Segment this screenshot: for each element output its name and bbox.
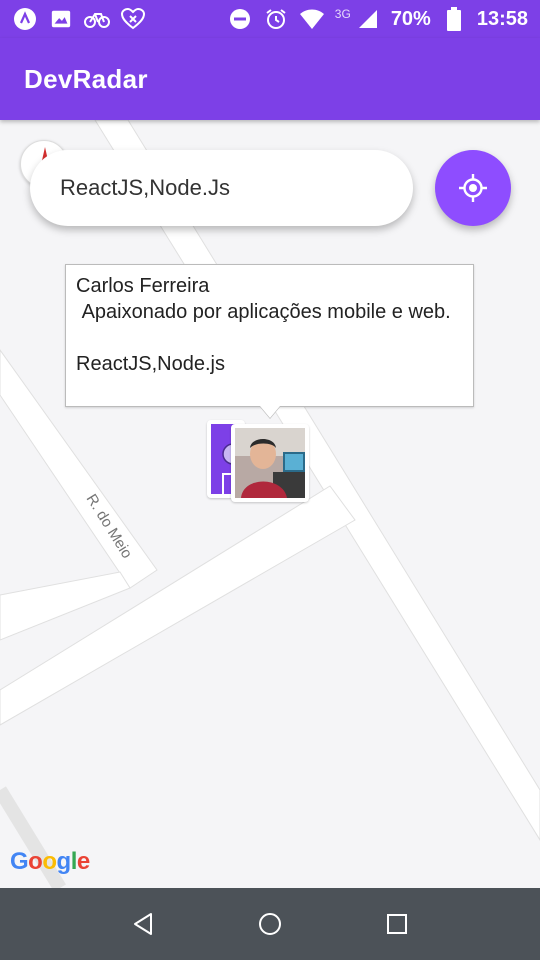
signal-icon: [355, 6, 381, 32]
dev-bio: Apaixonado por aplicações mobile e web.: [76, 301, 451, 323]
dev-name: Carlos Ferreira: [76, 275, 210, 297]
home-circle-icon: [258, 913, 281, 935]
app-icon: [12, 6, 38, 32]
recents-button[interactable]: [377, 904, 417, 944]
heart-icon: [120, 6, 146, 32]
google-logo: Google: [10, 848, 90, 875]
map-view[interactable]: R. do Meio: [0, 120, 540, 888]
battery-icon: [441, 6, 467, 32]
system-nav-bar: [0, 888, 540, 960]
recents-square-icon: [386, 914, 407, 934]
dev-callout[interactable]: Carlos Ferreira Apaixonado por aplicaçõe…: [65, 264, 474, 407]
battery-percent: 70%: [390, 7, 431, 30]
network-label: 3G: [334, 7, 351, 21]
app-bar: DevRadar: [0, 38, 540, 120]
alarm-icon: [263, 6, 289, 32]
dev-techs: ReactJS,Node.js: [76, 353, 225, 375]
app-title: DevRadar: [24, 63, 148, 94]
avatar: [235, 428, 305, 498]
techs-search-input[interactable]: [60, 175, 390, 201]
gps-target-icon: [459, 174, 487, 202]
search-bar: [30, 150, 413, 226]
bike-icon: [84, 6, 110, 32]
wifi-icon: [299, 6, 325, 32]
my-location-button[interactable]: [435, 150, 511, 226]
image-icon: [48, 6, 74, 32]
dnd-icon: [227, 6, 253, 32]
dev-marker[interactable]: [231, 424, 309, 502]
clock: 13:58: [476, 7, 528, 30]
back-triangle-icon: [134, 913, 153, 935]
home-button[interactable]: [250, 904, 290, 944]
status-bar: 3G 70% 13:58: [0, 0, 540, 38]
back-button[interactable]: [123, 904, 163, 944]
map-roads: R. do Meio: [0, 120, 540, 888]
callout-arrow: [260, 406, 280, 418]
